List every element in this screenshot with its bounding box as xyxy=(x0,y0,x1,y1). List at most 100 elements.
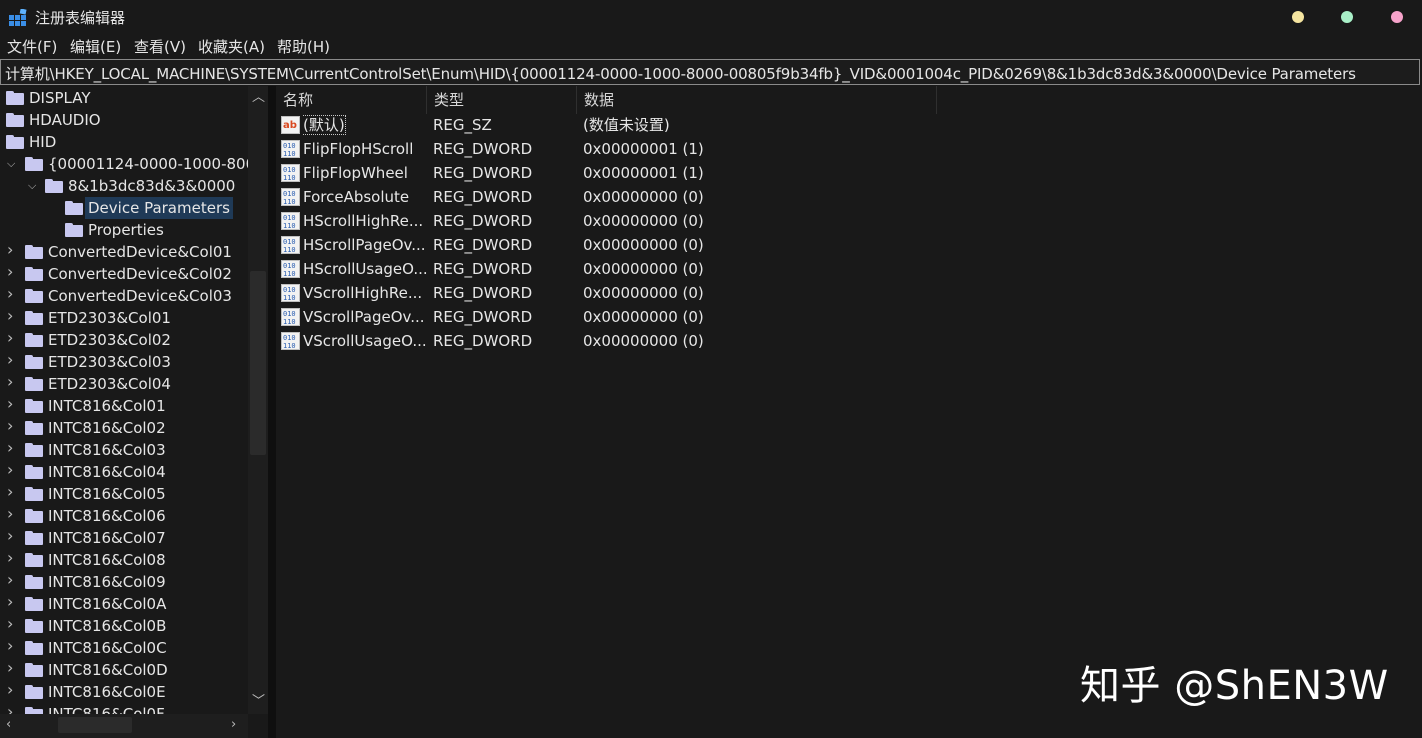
folder-icon xyxy=(65,223,83,237)
close-button[interactable] xyxy=(1391,11,1403,23)
tree-item[interactable]: › ConvertedDevice&Col02 xyxy=(0,263,250,285)
svg-text:110: 110 xyxy=(283,270,296,278)
tree-item[interactable]: › INTC816&Col09 xyxy=(0,571,250,593)
tree-item[interactable]: › ETD2303&Col01 xyxy=(0,307,250,329)
tree-item[interactable]: › INTC816&Col0A xyxy=(0,593,250,615)
chevron-right-icon[interactable]: › xyxy=(7,352,17,368)
tree-item[interactable]: › INTC816&Col03 xyxy=(0,439,250,461)
tree-horizontal-scroll-thumb[interactable] xyxy=(58,717,132,733)
scroll-right-icon[interactable]: › xyxy=(231,718,236,732)
chevron-right-icon[interactable]: › xyxy=(7,660,17,676)
value-name-text: ForceAbsolute xyxy=(303,188,410,206)
value-type: REG_DWORD xyxy=(433,164,533,182)
value-row[interactable]: 010 110 HScrollHighRe... REG_DWORD 0x0000000… xyxy=(276,209,976,233)
scroll-left-icon[interactable]: ‹ xyxy=(6,718,11,732)
value-row[interactable]: 010 110 FlipFlopHScroll REG_DWORD 0x00000001… xyxy=(276,137,976,161)
value-row[interactable]: 010 110 FlipFlopWheel REG_DWORD 0x00000001 (… xyxy=(276,161,976,185)
tree-item[interactable]: › ETD2303&Col02 xyxy=(0,329,250,351)
column-header-name[interactable]: 名称 xyxy=(276,86,427,114)
value-name-text: VScrollHighRe... xyxy=(303,284,423,302)
chevron-right-icon[interactable]: › xyxy=(7,506,17,522)
tree-item-label: HDAUDIO xyxy=(29,111,101,129)
tree-item[interactable]: › INTC816&Col02 xyxy=(0,417,250,439)
chevron-right-icon[interactable]: › xyxy=(7,594,17,610)
value-row[interactable]: 010 110 HScrollPageOv... REG_DWORD 0x0000000… xyxy=(276,233,976,257)
chevron-right-icon[interactable]: › xyxy=(7,440,17,456)
column-header-type[interactable]: 类型 xyxy=(427,86,577,114)
tree-vertical-scrollbar[interactable]: ︿ ﹀ xyxy=(248,86,268,714)
menu-help[interactable]: 帮助(H) xyxy=(277,36,330,57)
tree-horizontal-scrollbar[interactable]: ‹ › xyxy=(0,714,248,738)
address-path[interactable]: 计算机\HKEY_LOCAL_MACHINE\SYSTEM\CurrentCon… xyxy=(5,63,1356,84)
tree-item[interactable]: DISPLAY xyxy=(0,87,250,109)
chevron-right-icon[interactable]: › xyxy=(7,638,17,654)
tree-item[interactable]: › INTC816&Col06 xyxy=(0,505,250,527)
tree-item[interactable]: › INTC816&Col04 xyxy=(0,461,250,483)
tree-item[interactable]: HDAUDIO xyxy=(0,109,250,131)
chevron-down-icon[interactable]: ⌵ xyxy=(7,158,17,170)
tree-item-label: INTC816&Col05 xyxy=(48,485,166,503)
tree-item-label: ConvertedDevice&Col02 xyxy=(48,265,232,283)
chevron-right-icon[interactable]: › xyxy=(7,462,17,478)
tree-item[interactable]: HID xyxy=(0,131,250,153)
tree-item[interactable]: ⌵ 8&1b3dc83d&3&0000 xyxy=(0,175,250,197)
column-header-data[interactable]: 数据 xyxy=(577,86,937,114)
chevron-right-icon[interactable]: › xyxy=(7,616,17,632)
chevron-right-icon[interactable]: › xyxy=(7,330,17,346)
chevron-down-icon[interactable]: ⌵ xyxy=(28,180,38,192)
chevron-right-icon[interactable]: › xyxy=(7,374,17,390)
value-row[interactable]: 010 110 VScrollHighRe... REG_DWORD 0x0000000… xyxy=(276,281,976,305)
menu-favorites[interactable]: 收藏夹(A) xyxy=(198,36,265,57)
key-tree[interactable]: DISPLAY HDAUDIO HID ⌵ {00001124-0000-1000-80… xyxy=(0,86,268,738)
value-row[interactable]: 010 110 VScrollPageOv... REG_DWORD 0x0000000… xyxy=(276,305,976,329)
chevron-right-icon[interactable]: › xyxy=(7,418,17,434)
tree-item[interactable]: › INTC816&Col01 xyxy=(0,395,250,417)
chevron-right-icon[interactable]: › xyxy=(7,396,17,412)
tree-item[interactable]: › ConvertedDevice&Col01 xyxy=(0,241,250,263)
tree-item[interactable]: › INTC816&Col0E xyxy=(0,681,250,703)
value-name-text: VScrollPageOv... xyxy=(303,308,425,326)
tree-item[interactable]: › ETD2303&Col03 xyxy=(0,351,250,373)
value-row[interactable]: 010 110 VScrollUsageO... REG_DWORD 0x0000000… xyxy=(276,329,976,353)
tree-item[interactable]: ⌵ {00001124-0000-1000-8000 xyxy=(0,153,265,175)
scroll-down-icon[interactable]: ﹀ xyxy=(252,695,265,709)
maximize-button[interactable] xyxy=(1341,11,1353,23)
folder-icon xyxy=(25,355,43,369)
tree-item-label: INTC816&Col0A xyxy=(48,595,167,613)
value-row[interactable]: 010 110 ForceAbsolute REG_DWORD 0x00000000 (… xyxy=(276,185,976,209)
tree-item[interactable]: › INTC816&Col0D xyxy=(0,659,250,681)
minimize-button[interactable] xyxy=(1292,11,1304,23)
value-type: REG_DWORD xyxy=(433,140,533,158)
tree-item[interactable]: › ETD2303&Col04 xyxy=(0,373,250,395)
tree-vertical-scroll-thumb[interactable] xyxy=(250,271,266,455)
tree-item[interactable]: › INTC816&Col0C xyxy=(0,637,250,659)
chevron-right-icon[interactable]: › xyxy=(7,528,17,544)
menu-edit[interactable]: 编辑(E) xyxy=(70,36,121,57)
menu-file[interactable]: 文件(F) xyxy=(7,36,57,57)
chevron-right-icon[interactable]: › xyxy=(7,682,17,698)
chevron-right-icon[interactable]: › xyxy=(7,264,17,280)
tree-item[interactable]: Device Parameters xyxy=(0,197,250,219)
chevron-right-icon[interactable]: › xyxy=(7,286,17,302)
tree-item-label: INTC816&Col09 xyxy=(48,573,166,591)
value-row[interactable]: 010 110 HScrollUsageO... REG_DWORD 0x0000000… xyxy=(276,257,976,281)
tree-item[interactable]: › INTC816&Col05 xyxy=(0,483,250,505)
value-name: VScrollHighRe... xyxy=(303,281,427,305)
tree-item[interactable]: › INTC816&Col07 xyxy=(0,527,250,549)
chevron-right-icon[interactable]: › xyxy=(7,308,17,324)
values-list[interactable]: 名称 类型 数据 ab (默认) REG_SZ (数值未设置) 010 110 FlipFl… xyxy=(276,86,1422,738)
value-row[interactable]: ab (默认) REG_SZ (数值未设置) xyxy=(276,113,976,137)
address-bar[interactable]: 计算机\HKEY_LOCAL_MACHINE\SYSTEM\CurrentCon… xyxy=(0,59,1420,85)
tree-item[interactable]: Properties xyxy=(0,219,250,241)
tree-item[interactable]: › INTC816&Col0B xyxy=(0,615,250,637)
chevron-right-icon[interactable]: › xyxy=(7,484,17,500)
chevron-right-icon[interactable]: › xyxy=(7,572,17,588)
pane-splitter[interactable] xyxy=(268,86,276,738)
scroll-up-icon[interactable]: ︿ xyxy=(252,91,265,105)
tree-item[interactable]: › ConvertedDevice&Col03 xyxy=(0,285,250,307)
tree-item[interactable]: › INTC816&Col08 xyxy=(0,549,250,571)
chevron-right-icon[interactable]: › xyxy=(7,550,17,566)
menu-view[interactable]: 查看(V) xyxy=(134,36,186,57)
svg-text:010: 010 xyxy=(283,166,296,174)
chevron-right-icon[interactable]: › xyxy=(7,242,17,258)
